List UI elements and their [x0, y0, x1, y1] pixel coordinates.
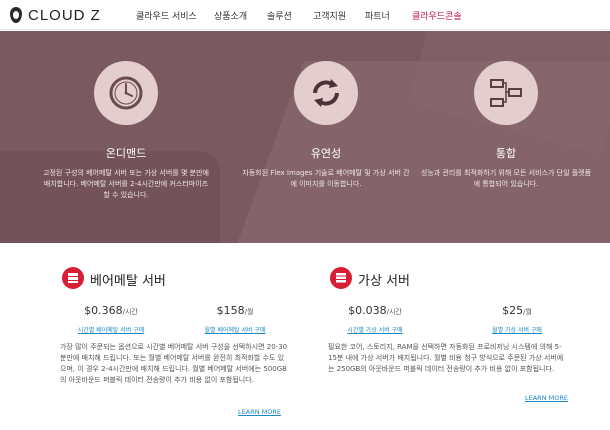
feature-integration: 통합 성능과 관리를 최적화하기 위해 모든 서비스가 단일 플랫폼에 통합되어…: [416, 61, 596, 190]
nav-cloud-services[interactable]: 클라우드 서비스: [136, 9, 197, 22]
feature-on-demand: 온디맨드 고정된 구성의 베어메탈 서버 또는 가상 서버를 몇 분만에 배치합…: [36, 61, 216, 201]
clock-icon: [94, 61, 158, 125]
feature-title: 유연성: [310, 147, 342, 160]
product-title: 가상 서버: [358, 274, 410, 289]
logo-icon: [10, 7, 22, 23]
feature-description: 자동화된 Flex Images 기술로 베어메탈 및 가상 서버 간에 이미지…: [242, 169, 410, 188]
top-header: CLOUD Z 클라우드 서비스 상품소개 솔루션 고객지원 파트너 클라우드콘…: [0, 0, 610, 30]
refresh-arrows-icon: [294, 61, 358, 125]
monthly-price-value: $158: [216, 304, 245, 317]
learn-more-link[interactable]: LEARN MORE: [238, 408, 281, 416]
buy-monthly-bare-metal-link[interactable]: 월별 베어메탈 서버 구매: [205, 325, 266, 334]
learn-more-link[interactable]: LEARN MORE: [525, 394, 568, 402]
hourly-price-block: $0.038/시간 시간별 가상 서버 구매: [320, 304, 430, 336]
feature-flexibility: 유연성 자동화된 Flex Images 기술로 베어메탈 및 가상 서버 간에…: [236, 61, 416, 190]
hourly-price-value: $0.368: [84, 304, 123, 317]
hourly-price-block: $0.368/시간 시간별 베어메탈 서버 구매: [56, 304, 166, 336]
monthly-price-block: $158/월 월별 베어메탈 서버 구매: [180, 304, 290, 336]
logo-text: CLOUD Z: [28, 6, 101, 24]
hourly-price-value: $0.038: [348, 304, 387, 317]
logo[interactable]: CLOUD Z: [10, 6, 101, 24]
product-bare-metal: 베어메탈 서버 $0.368/시간 시간별 베어메탈 서버 구매 $158/월 …: [60, 262, 302, 422]
nav-partners[interactable]: 파트너: [365, 9, 390, 22]
nav-solutions[interactable]: 솔루션: [267, 9, 292, 22]
monthly-price: $158/월: [180, 304, 290, 317]
server-stack-icon: [330, 267, 352, 289]
feature-description: 고정된 구성의 베어메탈 서버 또는 가상 서버를 몇 분만에 배치합니다. 베…: [43, 169, 209, 199]
product-title: 베어메탈 서버: [90, 274, 166, 289]
buy-hourly-virtual-server-link[interactable]: 시간별 가상 서버 구매: [347, 325, 402, 334]
hourly-price-unit: /시간: [386, 308, 402, 316]
nav-cloud-console[interactable]: 클라우드콘솔: [412, 9, 462, 22]
feature-title: 온디맨드: [105, 147, 147, 160]
product-virtual-server: 가상 서버 $0.038/시간 시간별 가상 서버 구매 $25/월 월별 가상…: [328, 262, 572, 422]
product-description: 가장 많이 주문되는 옵션으로 시간별 베어메탈 서버 구성을 선택하시면 20…: [60, 343, 288, 384]
product-description: 필요한 코어, 스토리지, RAM을 선택하면 자동화된 프로비저닝 시스템에 …: [328, 343, 564, 373]
hourly-price-unit: /시간: [122, 308, 138, 316]
buy-monthly-virtual-server-link[interactable]: 월별 가상 서버 구매: [492, 325, 542, 334]
nav-support[interactable]: 고객지원: [313, 9, 346, 22]
feature-description: 성능과 관리를 최적화하기 위해 모든 서비스가 단일 플랫폼에 통합되어 있습…: [420, 169, 592, 188]
monthly-price-unit: /월: [523, 308, 532, 316]
hourly-price: $0.368/시간: [56, 304, 166, 317]
hourly-price: $0.038/시간: [320, 304, 430, 317]
monthly-price-block: $25/월 월별 가상 서버 구매: [462, 304, 572, 336]
monthly-price: $25/월: [462, 304, 572, 317]
monthly-price-unit: /월: [244, 308, 254, 316]
hero-banner: 온디맨드 고정된 구성의 베어메탈 서버 또는 가상 서버를 몇 분만에 배치합…: [0, 31, 610, 243]
nav-products[interactable]: 상품소개: [214, 9, 247, 22]
monthly-price-value: $25: [502, 304, 524, 317]
feature-title: 통합: [495, 147, 517, 160]
buy-hourly-bare-metal-link[interactable]: 시간별 베어메탈 서버 구매: [78, 325, 144, 334]
network-diagram-icon: [474, 61, 538, 125]
server-icon: [62, 267, 84, 289]
